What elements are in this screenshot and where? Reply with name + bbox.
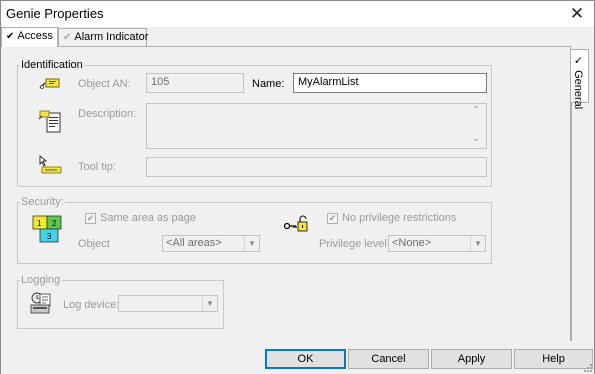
check-icon: ✓ [572,54,584,67]
check-icon: ✔ [6,31,15,42]
cancel-button[interactable]: Cancel [348,349,429,369]
privilege-level-select[interactable]: <None> ▼ [388,235,486,252]
scroll-down-icon[interactable]: ⌄ [472,133,591,144]
same-area-checkbox[interactable]: ✔ [85,213,96,224]
tab-alarm-indicator[interactable]: ✔ Alarm Indicator [58,28,149,47]
log-device-icon [30,292,51,314]
group-legend: Security: [21,196,64,208]
scroll-up-icon[interactable]: ⌃ [472,105,591,116]
log-device-select[interactable]: ▼ [118,295,218,312]
side-tab-general[interactable]: ✓ General [571,49,589,109]
tab-label: Alarm Indicator [74,31,149,43]
check-icon: ✔ [63,32,72,43]
side-tab-label: ✓ General [572,54,585,109]
chevron-down-icon: ▼ [470,236,485,251]
tooltip-icon [39,155,62,174]
object-an-label: Object AN: [78,78,131,90]
side-tab-text: General [572,70,584,110]
document-icon [38,110,61,133]
name-label: Name: [252,78,285,90]
no-privilege-label: No privilege restrictions [342,212,457,224]
window-title: Genie Properties [6,6,104,21]
chevron-down-icon: ▼ [244,236,259,251]
object-area-value: <All areas> [166,237,222,249]
privilege-level-value: <None> [392,237,432,249]
object-area-select[interactable]: <All areas> ▼ [162,235,260,252]
tab-label: Access [17,30,53,42]
same-area-label: Same area as page [100,212,197,224]
tooltip-field[interactable] [146,157,487,177]
close-icon: ✕ [569,4,585,23]
ok-button[interactable]: OK [265,349,346,369]
tag-key-icon [39,78,60,89]
chevron-down-icon: ▼ [202,296,217,311]
name-field[interactable]: MyAlarmList [293,73,487,93]
area-puzzle-icon: 1 2 3 [32,215,62,243]
svg-text:2: 2 [52,219,57,228]
description-field[interactable] [146,103,487,149]
resize-grip-icon[interactable] [582,362,592,372]
group-legend: Identification [21,59,83,71]
button-bar: OK Cancel Apply Help [1,341,594,374]
title-bar: Genie Properties ✕ [1,1,594,27]
close-button[interactable]: ✕ [560,1,594,27]
no-privilege-checkbox[interactable]: ✔ [327,213,338,224]
group-legend: Logging [21,274,61,286]
genie-properties-window: Genie Properties ✕ ✔ Access ✔ Alarm Indica… [0,0,595,374]
description-label: Description: [78,108,137,120]
svg-text:1: 1 [37,219,42,228]
privilege-level-label: Privilege level: [319,238,390,250]
object-an-field[interactable]: 105 [146,73,244,93]
security-group: Security: [17,196,492,264]
tab-access[interactable]: ✔ Access [1,27,58,47]
svg-text:3: 3 [47,232,52,241]
apply-button[interactable]: Apply [431,349,512,369]
log-device-label: Log device: [63,299,120,311]
key-lock-icon [283,215,308,232]
object-label: Object [78,238,110,250]
tooltip-label: Tool tip: [78,161,116,173]
